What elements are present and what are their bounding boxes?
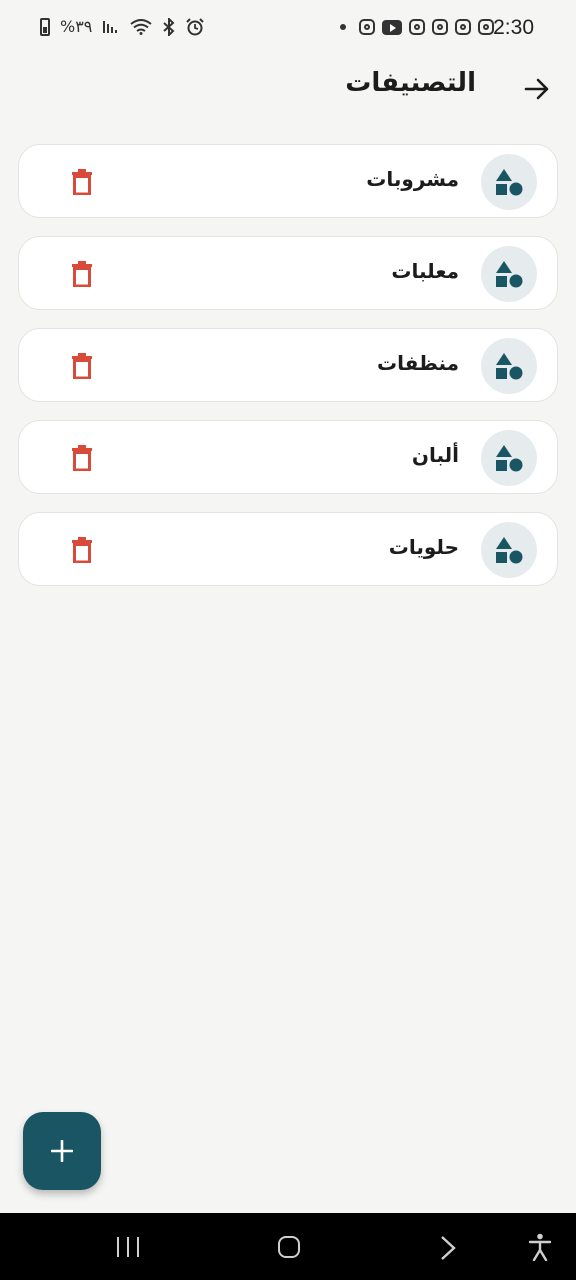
shapes-icon: [496, 169, 523, 196]
delete-button[interactable]: [71, 261, 97, 289]
category-item[interactable]: معلبات: [18, 236, 558, 310]
trash-icon: [72, 169, 92, 196]
signal-icon: [103, 20, 118, 33]
notification-icons: [340, 19, 494, 35]
status-bar: %٣٩ 2:30: [0, 0, 576, 58]
category-item[interactable]: حلويات: [18, 512, 558, 586]
trash-icon: [72, 445, 92, 472]
category-avatar: [481, 338, 537, 394]
delete-button[interactable]: [71, 445, 97, 473]
category-list: مشروبات معلبات منظفات ألبان حلويات: [18, 144, 558, 604]
shapes-icon: [496, 537, 523, 564]
category-name: حلويات: [388, 535, 459, 559]
delete-button[interactable]: [71, 169, 97, 197]
trash-icon: [72, 537, 92, 564]
system-icons: %٣٩: [40, 17, 205, 36]
delete-button[interactable]: [71, 537, 97, 565]
category-item[interactable]: ألبان: [18, 420, 558, 494]
page-title: التصنيفات: [345, 68, 476, 98]
shapes-icon: [496, 353, 523, 380]
back-button[interactable]: [520, 72, 554, 106]
category-name: معلبات: [391, 259, 459, 283]
battery-percent: %٣٩: [60, 17, 93, 36]
battery-icon: [40, 17, 50, 36]
arrow-right-icon: [524, 78, 549, 100]
plus-icon: [51, 1140, 73, 1162]
category-avatar: [481, 522, 537, 578]
home-button[interactable]: [278, 1236, 300, 1258]
category-avatar: [481, 430, 537, 486]
trash-icon: [72, 353, 92, 380]
instagram-icon: [432, 19, 448, 35]
shapes-icon: [496, 445, 523, 472]
category-name: منظفات: [376, 351, 459, 375]
instagram-icon: [478, 19, 494, 35]
nav-back-button[interactable]: [440, 1235, 456, 1265]
recents-button[interactable]: [117, 1237, 139, 1257]
instagram-icon: [359, 19, 375, 35]
alarm-icon: [186, 17, 205, 35]
category-name: مشروبات: [366, 167, 459, 191]
category-avatar: [481, 154, 537, 210]
bluetooth-icon: [163, 17, 175, 36]
instagram-icon: [455, 19, 471, 35]
notification-dot: [340, 24, 346, 30]
delete-button[interactable]: [71, 353, 97, 381]
category-name: ألبان: [411, 443, 459, 467]
youtube-icon: [382, 19, 402, 35]
shapes-icon: [496, 261, 523, 288]
accessibility-icon: [528, 1233, 552, 1262]
wifi-icon: [130, 18, 153, 35]
category-item[interactable]: مشروبات: [18, 144, 558, 218]
system-nav-bar: [0, 1213, 576, 1280]
app-header: التصنيفات: [0, 58, 576, 122]
add-category-button[interactable]: [23, 1112, 101, 1190]
instagram-icon: [409, 19, 425, 35]
trash-icon: [72, 261, 92, 288]
accessibility-button[interactable]: [528, 1233, 552, 1265]
category-avatar: [481, 246, 537, 302]
chevron-right-icon: [441, 1236, 456, 1260]
status-time: 2:30: [493, 16, 534, 39]
category-item[interactable]: منظفات: [18, 328, 558, 402]
